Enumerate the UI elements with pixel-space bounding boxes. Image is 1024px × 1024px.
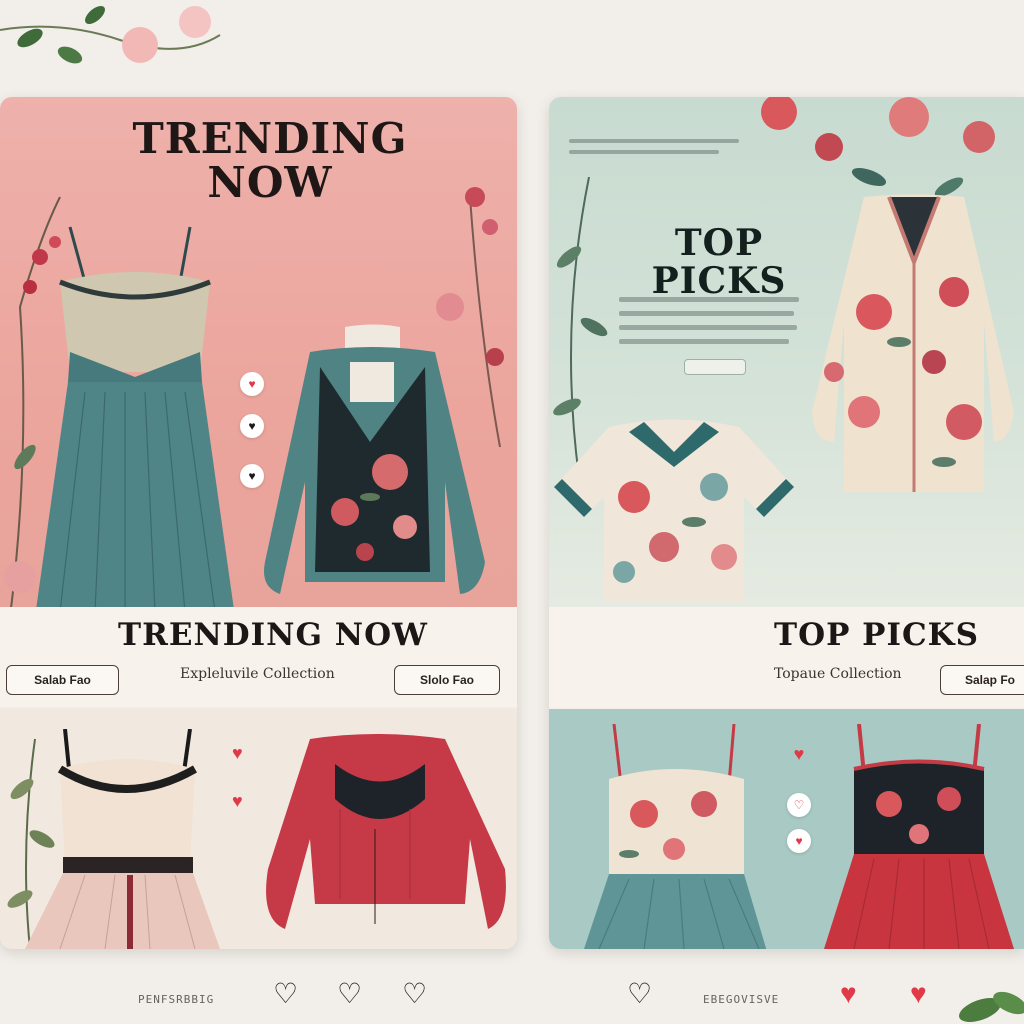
- trending-section-title: TRENDING NOW: [118, 617, 428, 653]
- heart-filled-icon[interactable]: ♥: [840, 980, 857, 1008]
- shop-button[interactable]: Salap Fo: [940, 665, 1024, 695]
- heart-outline-icon[interactable]: ♡: [787, 793, 811, 817]
- heart-icon[interactable]: ♥: [787, 829, 811, 853]
- trending-now-card: TRENDING NOW ♥ ♥ ♥ TRENDING NOW Expleluv…: [0, 97, 517, 949]
- heart-outline-icon[interactable]: ♡: [627, 980, 652, 1008]
- heart-outline-icon[interactable]: ♡: [337, 980, 362, 1008]
- heart-filled-icon[interactable]: ♥: [910, 980, 927, 1008]
- trending-collection-subtitle: Expleluvile Collection: [180, 666, 335, 682]
- floral-collared-shirt-image: [554, 419, 794, 602]
- shop-button-left[interactable]: Salab Fao: [6, 665, 119, 695]
- footer-label-left: PENFSRBBIG: [138, 993, 215, 1006]
- floral-decoration-top: [761, 97, 995, 197]
- teal-floral-vest-blouse-image: [264, 324, 485, 594]
- floral-cardigan-image: [812, 194, 1014, 492]
- top-picks-hero-title: TOP PICKS: [651, 222, 787, 302]
- heart-outline-icon[interactable]: ♡: [273, 980, 298, 1008]
- trending-hero-section: TRENDING NOW ♥ ♥ ♥: [0, 97, 517, 617]
- leaf-decoration-bottom-right: [959, 991, 1024, 1023]
- shop-button-right[interactable]: Slolo Fao: [394, 665, 500, 695]
- top-picks-section-title: TOP PICKS: [774, 617, 979, 653]
- heart-outline-icon[interactable]: ♡: [402, 980, 427, 1008]
- heart-icon[interactable]: ♥: [794, 745, 805, 763]
- red-floral-peplum-top-image: [824, 724, 1014, 949]
- top-picks-lower-section: ♥ ♡ ♥: [549, 709, 1024, 949]
- trending-lower-section: ♥ ♥: [0, 709, 517, 949]
- top-picks-collection-subtitle: Topaue Collection: [774, 666, 902, 682]
- blush-lace-dress-image: [25, 729, 220, 949]
- top-picks-hero-section: TOP PICKS: [549, 97, 1024, 612]
- top-picks-description: [619, 297, 799, 353]
- footer-label-right: EBEGOVISVE: [703, 993, 780, 1006]
- header-scribble-text: [569, 139, 739, 161]
- trending-hero-title: TRENDING NOW: [132, 114, 408, 208]
- teal-lace-dress-image: [35, 226, 235, 617]
- details-button[interactable]: [684, 359, 746, 375]
- lower-like-column-right: ♥ ♡ ♥: [787, 745, 811, 865]
- floral-decoration-top-left: [0, 6, 221, 64]
- top-picks-card: TOP PICKS TOP PICKS Topaue Collection Sa…: [549, 97, 1024, 949]
- teal-floral-peplum-top-image: [584, 724, 767, 949]
- red-puff-sleeve-cardigan-image: [266, 734, 506, 929]
